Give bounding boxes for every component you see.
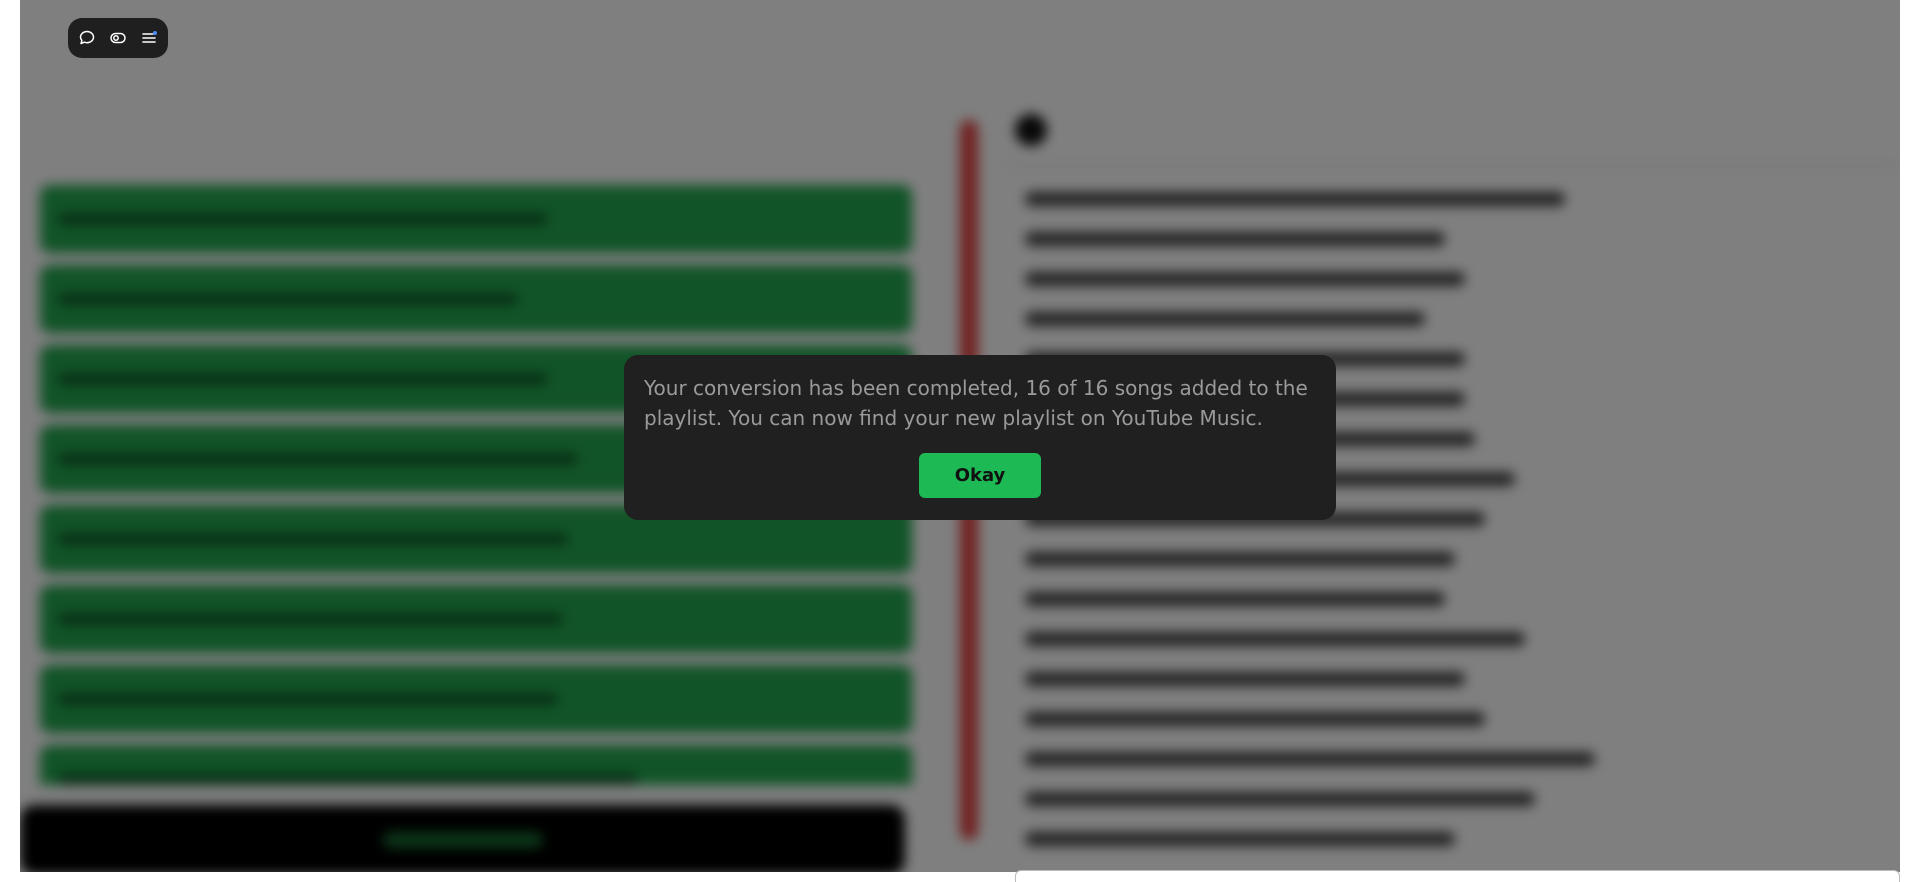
dialog-message: Your conversion has been completed, 16 o… (644, 376, 1308, 430)
conversion-complete-dialog: Your conversion has been completed, 16 o… (624, 355, 1336, 520)
toggle-icon[interactable] (106, 26, 130, 50)
menu-icon[interactable] (137, 26, 161, 50)
floating-toolbar (68, 18, 168, 58)
app-page: Your conversion has been completed, 16 o… (20, 0, 1900, 872)
okay-button[interactable]: Okay (919, 453, 1041, 498)
notification-dot (153, 31, 157, 35)
chat-bubble-icon[interactable] (75, 26, 99, 50)
log-footer-strip (1015, 870, 1900, 882)
